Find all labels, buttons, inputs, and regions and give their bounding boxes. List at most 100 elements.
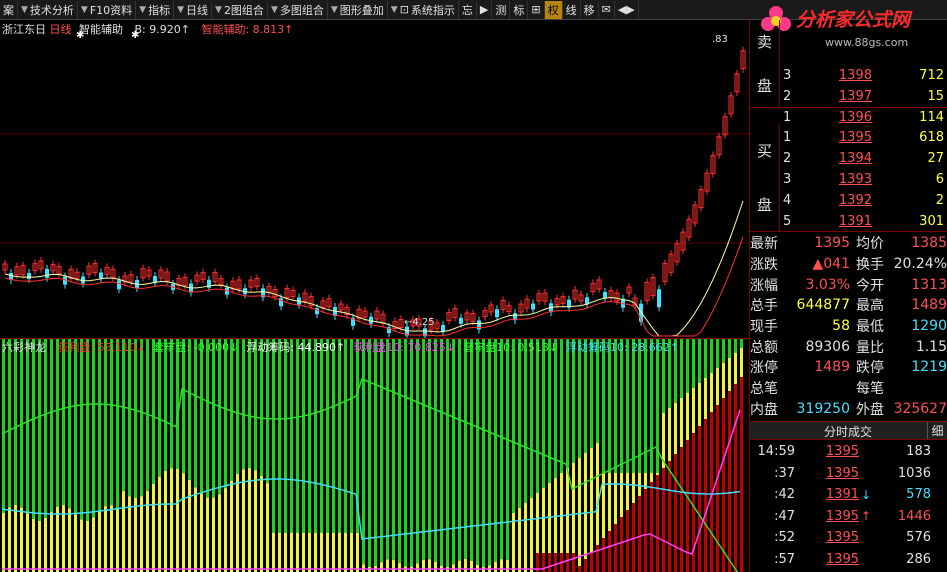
chip-bar-float	[566, 468, 569, 553]
quote-row: 最新 1395 均价 1385	[750, 233, 947, 254]
toolbar-item-14[interactable]: 权	[544, 0, 563, 19]
tick-detail-button[interactable]: 细	[927, 422, 947, 439]
chip-bar-float	[296, 533, 299, 572]
tick-row[interactable]: :52 1395 576	[750, 527, 947, 548]
level-price[interactable]: 1397	[802, 89, 872, 104]
level-price[interactable]: 1394	[802, 151, 872, 166]
chip-bar-float	[176, 468, 179, 572]
chip-bar-loss	[500, 339, 503, 560]
buy-level-row[interactable]: 5 1391 301	[780, 211, 947, 231]
level-price[interactable]: 1398	[802, 68, 872, 83]
chip-bar-float	[614, 473, 617, 524]
toolbar-item-label: 测	[495, 3, 507, 17]
chip-bar-loss	[452, 339, 455, 565]
chip-bar-float	[194, 487, 197, 572]
chip-bar-profit	[650, 482, 653, 572]
chip-bar-profit	[566, 553, 569, 572]
quote-value: 1219	[911, 359, 947, 376]
tick-direction-icon: ↓	[860, 487, 872, 502]
toolbar-item-0[interactable]: 案	[0, 0, 18, 19]
chip-bar-loss	[116, 339, 119, 510]
chip-bar-float	[86, 520, 89, 572]
toolbar-item-18[interactable]: ◀▶	[615, 0, 639, 19]
toolbar-item-5[interactable]: ▼ 2图组合	[212, 0, 268, 19]
toolbar-item-label: ⊞	[531, 3, 541, 16]
tick-volume: 578	[906, 487, 931, 502]
quote-value: 58	[832, 318, 850, 335]
level-price[interactable]: 1396	[802, 110, 872, 125]
tick-row[interactable]: 14:59 1395 183	[750, 441, 947, 462]
chip-bar-float	[518, 508, 521, 572]
quote-row: 总笔 每笔	[750, 378, 947, 399]
toolbar-item-13[interactable]: ⊞	[528, 0, 545, 19]
sell-level-row[interactable]: 3 1398 712	[780, 65, 947, 85]
level-volume: 618	[919, 129, 944, 145]
chip-bar-loss	[122, 339, 125, 492]
chip-bar-float	[728, 358, 731, 391]
chip-bar-loss	[584, 339, 587, 453]
toolbar-item-7[interactable]: ▼ 图形叠加	[328, 0, 388, 19]
toolbar-item-label: 移	[583, 3, 595, 17]
buy-level-row[interactable]: 4 1392 2	[780, 190, 947, 210]
toolbar-item-11[interactable]: 测	[492, 0, 511, 19]
toolbar-item-2[interactable]: ▼ F10资料	[78, 0, 137, 19]
toolbar-item-3[interactable]: ▼ 指标	[136, 0, 175, 19]
toolbar-item-12[interactable]: 标	[510, 0, 529, 19]
chip-bar-float	[230, 480, 233, 572]
chip-bar-float	[716, 368, 719, 405]
chip-bar-loss	[392, 339, 395, 560]
chip-bar-loss	[440, 339, 443, 566]
chip-bar-loss	[350, 339, 353, 533]
candle-body	[117, 280, 121, 290]
dropdown-arrow-icon: ▼	[390, 4, 398, 15]
chip-bar-float	[56, 506, 59, 572]
quote-value: 1313	[911, 276, 947, 293]
candle-body	[531, 303, 535, 310]
chip-bar-float	[632, 473, 635, 503]
period-label[interactable]: 日线	[50, 23, 72, 36]
chip-bar-loss	[230, 339, 233, 481]
toolbar-item-1[interactable]: ▼ 技术分析	[18, 0, 78, 19]
toolbar-item-16[interactable]: 移	[581, 0, 599, 19]
sell-level-row[interactable]: 2 1397 15	[780, 86, 947, 106]
quote-row: 现手 58 最低 1290	[750, 316, 947, 337]
quote-label: 最低	[856, 319, 884, 336]
chip-bar-loss	[110, 339, 113, 506]
level-volume: 301	[919, 213, 944, 229]
chip-bar-loss	[602, 339, 605, 473]
level-price[interactable]: 1395	[802, 130, 872, 145]
chip-bar-loss	[284, 339, 287, 533]
chip-bar-profit	[548, 553, 551, 572]
level-price[interactable]: 1393	[802, 172, 872, 187]
chip-bar-loss	[650, 339, 653, 473]
buy-level-row[interactable]: 3 1393 6	[780, 169, 947, 189]
indicator-line-value: 获利盘10: 70.825↓	[353, 341, 456, 354]
tick-time: :57	[774, 551, 795, 567]
tick-row[interactable]: :57 1395 286	[750, 549, 947, 570]
buy-level-row[interactable]: 2 1394 27	[780, 148, 947, 168]
toolbar-item-10[interactable]: ▶	[477, 0, 493, 19]
toolbar-item-4[interactable]: ▼ 日线	[174, 0, 213, 19]
level-price[interactable]: 1392	[802, 193, 872, 208]
chip-bar-loss	[734, 339, 737, 353]
chip-bar-loss	[482, 339, 485, 567]
tick-row[interactable]: :47 1395 ↑ 1446	[750, 506, 947, 527]
indicator-chart[interactable]: 六彩神龙 获利盘: 55.110↓ 套牢盘: -0.000↓ 浮动筹码: 44.89…	[0, 338, 750, 572]
buy-level-row[interactable]: 1 1395 618	[780, 127, 947, 147]
level-price[interactable]: 1391	[802, 214, 872, 229]
toolbar-item-label: 标	[513, 3, 525, 17]
toolbar-item-6[interactable]: ▼ 多图组合	[268, 0, 328, 19]
toolbar-item-8[interactable]: ▼ ⊡ 系统指示	[388, 0, 459, 19]
toolbar-item-17[interactable]: ✉	[599, 0, 615, 19]
toolbar-item-15[interactable]: 线	[563, 0, 581, 19]
tick-volume: 183	[906, 444, 931, 459]
chip-bar-float	[494, 561, 497, 572]
chip-bar-float	[572, 463, 575, 553]
chip-bar-loss	[716, 339, 719, 368]
chip-bar-loss	[98, 339, 101, 512]
kline-chart[interactable]: ←4.25.83 ✱ ✱ 浙江东日 日线 智能辅助 B: 9.920↑ 智能辅助: …	[0, 20, 750, 338]
tick-row[interactable]: :42 1391 ↓ 578	[750, 484, 947, 505]
toolbar-item-9[interactable]: 忘	[459, 0, 477, 19]
chip-bar-float	[356, 533, 359, 572]
tick-row[interactable]: :37 1395 1036	[750, 463, 947, 484]
